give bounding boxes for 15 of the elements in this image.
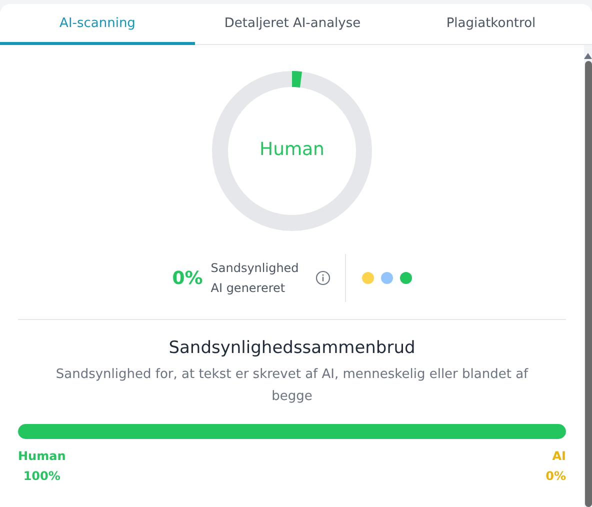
ai-value: 0% [546,469,566,483]
scrollbar[interactable] [584,45,592,507]
gauge-label: Human [258,139,326,160]
section-title: Sandsynlighedssammenbrud [168,338,416,358]
ai-label: AI [552,449,566,463]
section-subtitle: Sandsynlighed for, at tekst er skrevet af AI, menneskelig eller blandet af begge [54,366,530,406]
probability-label: Sandsynlighed [210,260,299,277]
human-value: 100% [23,469,60,483]
tab[interactable]: Plagiatkontrol [390,4,592,45]
human-label: Human [18,449,66,463]
tab[interactable]: Detaljeret AI-analyse [195,4,390,45]
probability-value: 0% [172,268,203,288]
info-icon[interactable] [314,270,331,286]
scroll-up-icon[interactable] [584,53,592,59]
probability-label: AI genereret [210,280,286,297]
